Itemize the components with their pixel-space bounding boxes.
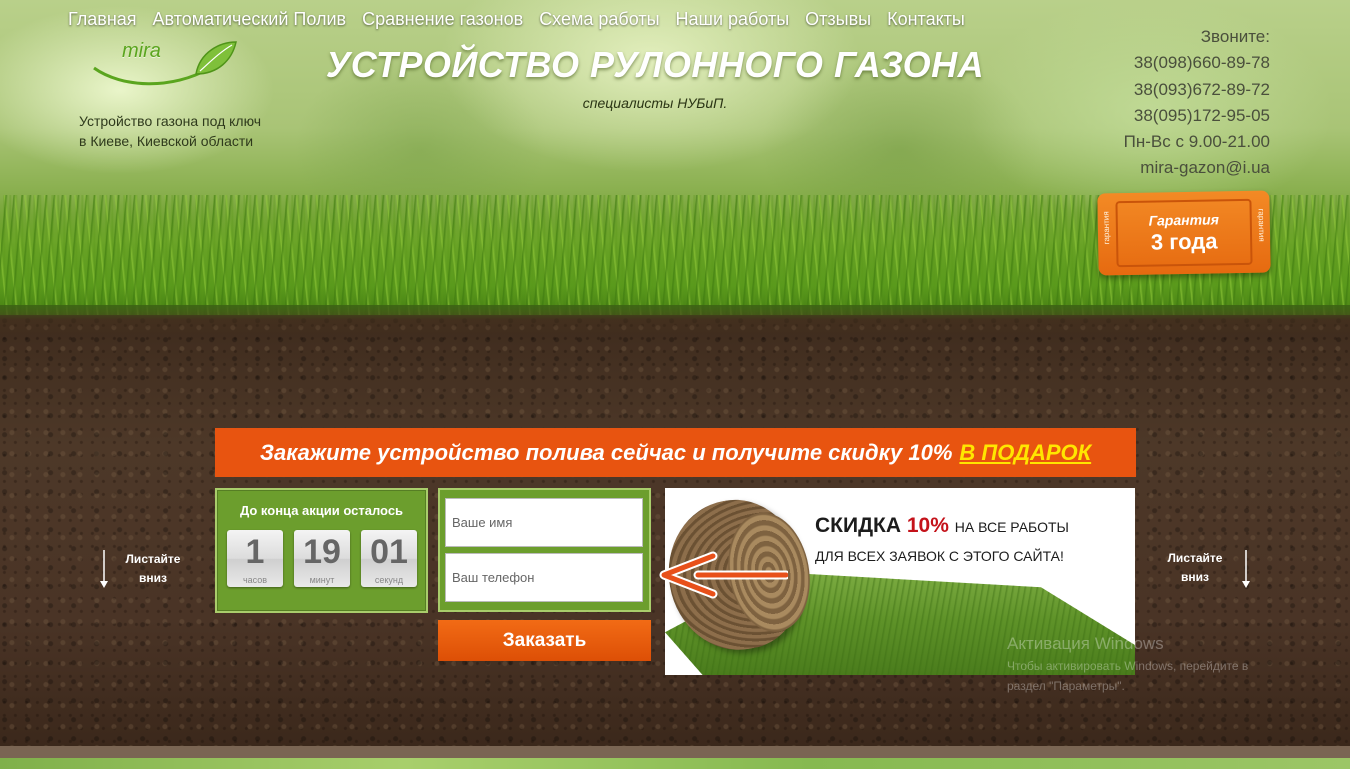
countdown-minutes: 19 минут	[294, 530, 350, 587]
scroll-hint-right-line-2: вниз	[1181, 570, 1209, 584]
contacts-label: Звоните:	[1200, 27, 1270, 46]
arrow-down-icon	[1242, 550, 1250, 588]
nav-item-our-works[interactable]: Наши работы	[676, 9, 790, 30]
countdown-seconds-value: 01	[370, 533, 408, 571]
tagline-line-1: Устройство газона под ключ	[79, 113, 262, 129]
discount-subline: ДЛЯ ВСЕХ ЗАЯВОК С ЭТОГО САЙТА!	[815, 548, 1064, 564]
scroll-hint-left[interactable]: Листайте вниз	[108, 550, 198, 588]
page-title: УСТРОЙСТВО РУЛОННОГО ГАЗОНА	[325, 44, 985, 85]
email-link[interactable]: mira-gazon@i.ua	[1124, 155, 1270, 181]
countdown-hours-label: часов	[242, 575, 268, 585]
scroll-hint-right[interactable]: Листайте вниз	[1150, 549, 1240, 587]
phone-input[interactable]	[445, 553, 643, 602]
scroll-hint-right-line-1: Листайте	[1167, 551, 1223, 565]
section-divider	[0, 746, 1350, 758]
countdown-boxes: 1 часов 19 минут 01 секунд	[227, 530, 417, 587]
discount-percent: 10%	[906, 514, 949, 537]
guarantee-value: 3 года	[1150, 228, 1218, 255]
order-button[interactable]: Заказать	[438, 620, 651, 661]
countdown-seconds-label: секунд	[374, 575, 404, 585]
logo-text: mira	[122, 40, 161, 62]
guarantee-badge: гарантия Гарантия 3 года гарантия	[1097, 190, 1271, 276]
nav-item-work-scheme[interactable]: Схема работы	[539, 9, 659, 30]
countdown-minutes-value: 19	[303, 533, 341, 571]
countdown-hours-value: 1	[245, 533, 265, 571]
discount-suffix: НА ВСЕ РАБОТЫ	[954, 519, 1069, 535]
countdown-seconds: 01 секунд	[361, 530, 417, 587]
tagline: Устройство газона под ключ в Киеве, Киев…	[79, 111, 319, 151]
discount-word: СКИДКА	[815, 514, 902, 537]
page-subtitle: специалисты НУБиП.	[582, 95, 728, 111]
guarantee-title: Гарантия	[1148, 211, 1220, 229]
phone-link-3[interactable]: 38(095)172-95-05	[1124, 103, 1270, 129]
nav-item-lawn-comparison[interactable]: Сравнение газонов	[362, 9, 523, 30]
scroll-hint-left-line-2: вниз	[139, 571, 167, 585]
grass-soil-edge	[0, 305, 1350, 335]
guarantee-side-label-left: гарантия	[1101, 211, 1112, 245]
watermark-title: Активация Windows	[1007, 634, 1164, 653]
nav-item-contacts[interactable]: Контакты	[887, 9, 965, 30]
arrow-left-icon	[659, 551, 788, 599]
discount-headline: СКИДКА 10% НА ВСЕ РАБОТЫ	[815, 514, 1069, 538]
phone-link-2[interactable]: 38(093)672-89-72	[1124, 77, 1270, 103]
promo-gift-link[interactable]: В ПОДАРОК	[959, 440, 1091, 466]
working-hours: Пн-Вс с 9.00-21.00	[1123, 132, 1270, 152]
promo-banner: Закажите устройство полива сейчас и полу…	[215, 428, 1136, 477]
logo-swoosh-icon	[93, 41, 237, 86]
guarantee-side-label-right: гарантия	[1256, 208, 1267, 242]
contacts-block: Звоните: 38(098)660-89-78 38(093)672-89-…	[1124, 24, 1270, 182]
countdown-timer: До конца акции осталось 1 часов 19 минут…	[215, 488, 428, 613]
watermark-line-2: раздел "Параметры".	[1007, 679, 1125, 693]
guarantee-inner: Гарантия 3 года	[1115, 198, 1253, 268]
watermark-line-1: Чтобы активировать Windows, перейдите в	[1007, 659, 1249, 673]
nav-item-reviews[interactable]: Отзывы	[805, 9, 871, 30]
next-section-edge	[0, 758, 1350, 769]
order-form	[438, 488, 651, 612]
nav-item-home[interactable]: Главная	[68, 9, 137, 30]
nav-item-auto-irrigation[interactable]: Автоматический Полив	[153, 9, 347, 30]
logo[interactable]: mira	[92, 38, 242, 94]
countdown-minutes-label: минут	[309, 575, 335, 585]
name-input[interactable]	[445, 498, 643, 547]
countdown-title: До конца акции осталось	[239, 503, 404, 518]
scroll-hint-left-line-1: Листайте	[125, 552, 181, 566]
arrow-down-icon	[100, 550, 108, 588]
promo-text: Закажите устройство полива сейчас и полу…	[259, 439, 953, 465]
countdown-hours: 1 часов	[227, 530, 283, 587]
windows-activation-watermark: Активация Windows Чтобы активировать Win…	[1007, 634, 1317, 696]
phone-link-1[interactable]: 38(098)660-89-78	[1124, 50, 1270, 76]
tagline-line-2: в Киеве, Киевской области	[79, 133, 254, 149]
main-nav: Главная Автоматический Полив Сравнение г…	[68, 9, 965, 30]
